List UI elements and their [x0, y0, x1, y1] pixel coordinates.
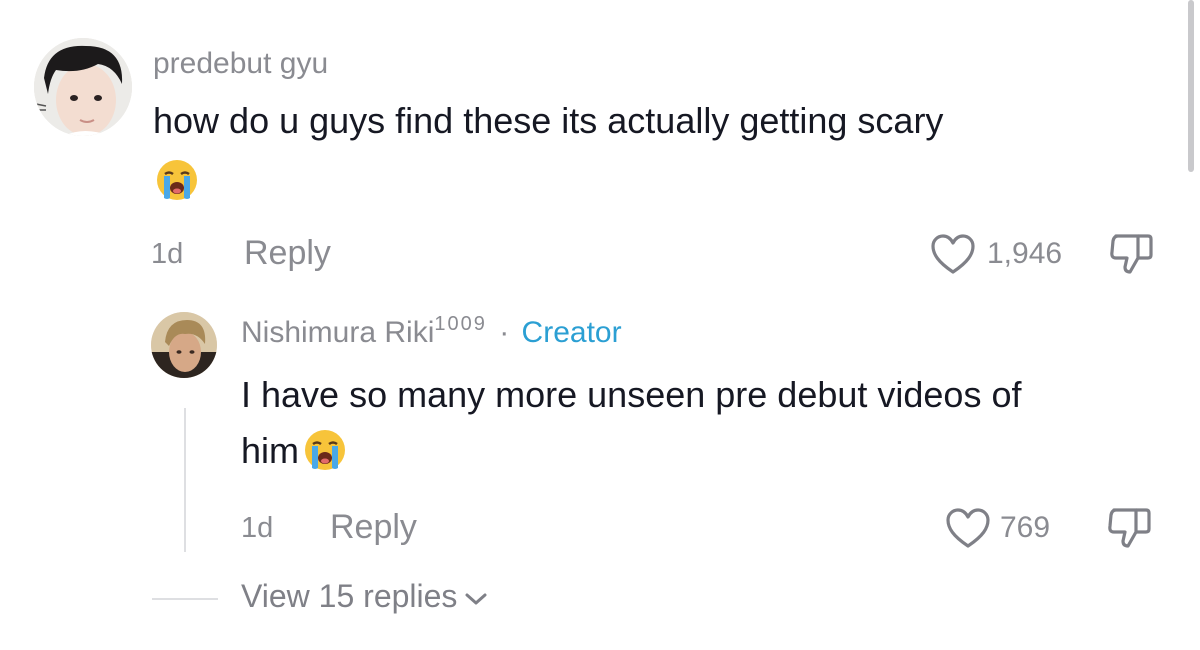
scrollbar[interactable] [1188, 0, 1194, 172]
reply-text: I have so many more unseen pre debut vid… [241, 367, 1181, 479]
reply-avatar[interactable] [151, 312, 217, 378]
loudly-crying-face-emoji [305, 430, 346, 471]
separator-dot: · [499, 316, 510, 349]
heart-outline-icon [931, 234, 975, 274]
view-replies-label: View 15 replies [241, 578, 458, 614]
avatar-image [34, 38, 132, 136]
reply-like-button[interactable] [945, 508, 993, 552]
reply-dislike-button[interactable] [1106, 506, 1156, 552]
thread-line [184, 408, 186, 552]
reply-reply-button[interactable]: Reply [330, 508, 417, 547]
heart-outline-icon [946, 508, 990, 548]
reply-username[interactable]: Nishimura Riki [241, 316, 434, 349]
reply-like-count: 769 [1000, 511, 1051, 544]
chevron-down-icon [465, 593, 487, 604]
view-replies-divider [152, 598, 218, 600]
reply-text-line-2: him [241, 423, 1181, 479]
reply-button[interactable]: Reply [244, 234, 331, 273]
like-button[interactable] [930, 234, 978, 278]
dislike-icon [1110, 234, 1153, 274]
comment-text-content: how do u guys find these its actually ge… [153, 100, 944, 141]
reply-avatar-image [151, 312, 217, 378]
comment-text: how do u guys find these its actually ge… [153, 93, 1153, 149]
avatar[interactable] [34, 38, 132, 136]
creator-badge: Creator [521, 316, 622, 349]
loudly-crying-face-emoji [157, 160, 197, 200]
reply-username-line: Nishimura Riki1009 · Creator [241, 313, 622, 350]
like-count: 1,946 [987, 237, 1063, 270]
reply-text-line-2-content: him [241, 430, 300, 471]
comment-emoji [155, 158, 199, 202]
reply-text-line-1: I have so many more unseen pre debut vid… [241, 374, 1022, 415]
dislike-icon [1108, 508, 1151, 548]
username-superscript: 1009 [434, 313, 487, 335]
view-replies-button[interactable]: View 15 replies [241, 578, 489, 615]
comment-age: 1d [151, 238, 184, 270]
reply-age: 1d [241, 512, 274, 544]
comment-username[interactable]: predebut gyu [153, 47, 328, 81]
dislike-button[interactable] [1108, 232, 1158, 278]
